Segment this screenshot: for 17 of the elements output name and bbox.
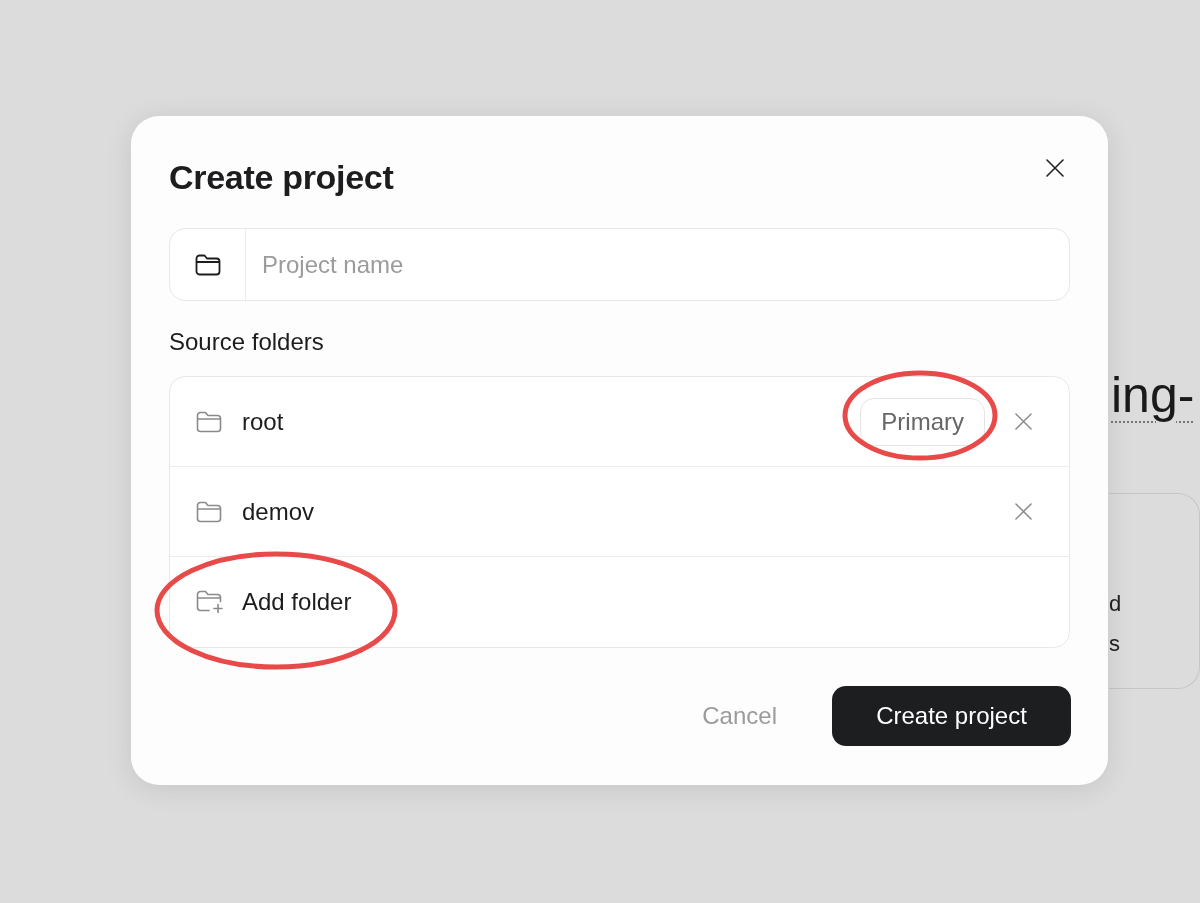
create-button[interactable]: Create project <box>832 686 1071 746</box>
folder-name: root <box>242 406 284 437</box>
section-label: Source folders <box>169 327 324 357</box>
add-folder-button[interactable]: Add folder <box>196 587 352 617</box>
folder-icon <box>196 410 222 433</box>
cross-icon[interactable] <box>1015 413 1032 430</box>
folder-icon <box>196 500 222 523</box>
close-icon[interactable] <box>1046 159 1064 177</box>
card-text: d <box>1109 590 1122 618</box>
folder-plus-icon <box>196 590 224 614</box>
folder-name: demov <box>242 496 315 527</box>
primary-tag: Primary <box>860 397 985 446</box>
page-heading: ing- <box>1111 370 1195 420</box>
card-text: s <box>1109 630 1120 658</box>
dialog-title: Create project <box>169 157 394 197</box>
folder-icon <box>194 253 221 276</box>
cross-icon[interactable] <box>1015 503 1032 520</box>
